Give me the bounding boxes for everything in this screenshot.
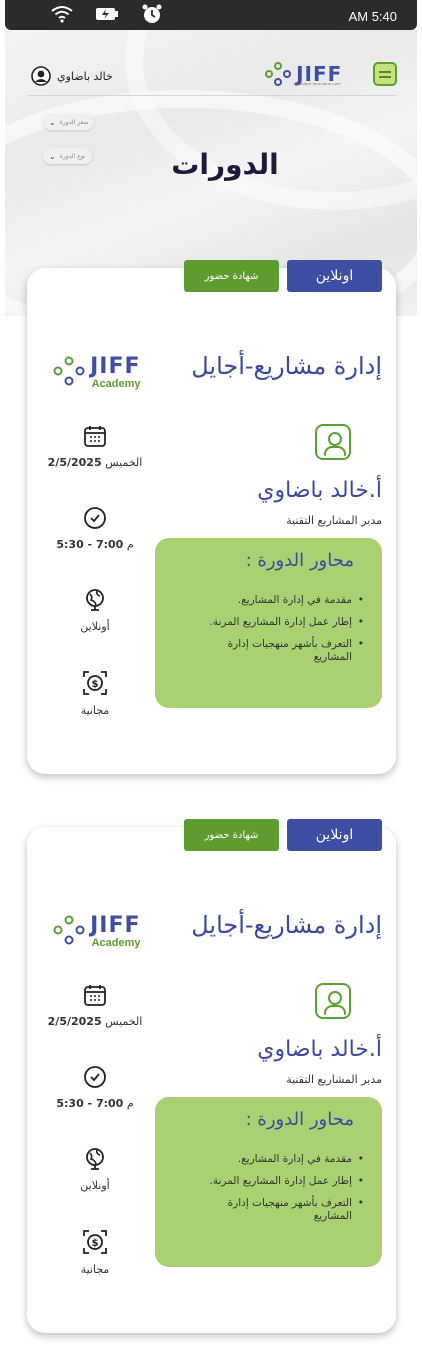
logo-mark-icon: [53, 915, 85, 945]
instructor-role: مدير المشاريع التقنية: [286, 1073, 382, 1086]
svg-text:$: $: [92, 679, 99, 690]
mode-info: أونلاين: [44, 1147, 146, 1192]
time-info: 5:30 - 7:00 م: [44, 1065, 146, 1110]
battery-charging-icon: [96, 8, 118, 20]
logo-tagline: WE LAUNCH YOUR APP IN A JIFF: [293, 82, 341, 86]
price-filter-label: سعر الدورة: [59, 118, 89, 126]
clock-icon: [84, 507, 106, 529]
time-unit: م: [126, 538, 134, 551]
status-bar: AM 5:40: [5, 0, 417, 30]
alarm-clock-icon: [142, 4, 162, 23]
certificate-badge: شهادة حضور: [184, 260, 279, 292]
chevron-down-icon: ⌄: [49, 117, 56, 127]
clock-icon: [84, 1066, 106, 1088]
user-name: خالد باضاوي: [57, 69, 113, 83]
logo-mark-icon: [53, 356, 85, 386]
online-badge: اونلاين: [287, 260, 382, 292]
price-value: مجانية: [80, 704, 110, 717]
instructor-icon: [315, 424, 351, 460]
avatar-icon: [31, 66, 51, 86]
topics-title: محاور الدورة :: [245, 550, 354, 571]
date-value: 2/5/2025: [47, 1015, 102, 1028]
page-title: الدورات: [171, 148, 279, 181]
course-topics: محاور الدورة : مقدمة في إدارة المشاريع. …: [155, 1097, 382, 1267]
certificate-badge: شهادة حضور: [184, 819, 279, 851]
time-range: 5:30 - 7:00: [56, 538, 124, 551]
jiff-logo[interactable]: JIFF WE LAUNCH YOUR APP IN A JIFF: [265, 62, 342, 86]
calendar-icon: [84, 985, 106, 1006]
list-item: إطار عمل إدارة المشاريع المرنة.: [194, 1175, 364, 1188]
top-nav: خالد باضاوي JIFF WE LAUNCH YOUR APP IN A…: [27, 60, 397, 96]
academy-logo-text: JIFF: [90, 913, 141, 938]
wifi-icon: [51, 6, 73, 23]
date-day: الخميس: [105, 1015, 143, 1028]
time-unit: م: [126, 1097, 134, 1110]
list-item: التعرف بأشهر منهجيات إدارة المشاريع: [194, 1197, 364, 1223]
academy-logo-text: JIFF: [90, 354, 141, 379]
money-icon: $: [83, 671, 107, 695]
user-profile[interactable]: خالد باضاوي: [31, 66, 113, 86]
academy-logo-sub: Academy: [91, 937, 141, 949]
calendar-icon: [84, 426, 106, 447]
topics-list: مقدمة في إدارة المشاريع. إطار عمل إدارة …: [194, 594, 364, 673]
date-value: 2/5/2025: [47, 456, 102, 469]
academy-logo: JIFF Academy: [53, 356, 141, 390]
instructor-icon: [315, 983, 351, 1019]
instructor-name: أ.خالد باضاوي: [257, 1037, 382, 1062]
date-day: الخميس: [105, 456, 143, 469]
svg-text:$: $: [92, 1238, 99, 1249]
globe-icon: [86, 589, 104, 611]
instructor-role: مدير المشاريع التقنية: [286, 514, 382, 527]
course-topics: محاور الدورة : مقدمة في إدارة المشاريع. …: [155, 538, 382, 708]
course-card[interactable]: اونلاين شهادة حضور إدارة مشاريع-أجايل JI…: [27, 819, 396, 1333]
course-card[interactable]: اونلاين شهادة حضور إدارة مشاريع-أجايل JI…: [27, 260, 396, 774]
price-info: $ مجانية: [44, 1229, 146, 1276]
time-range: 5:30 - 7:00: [56, 1097, 124, 1110]
time-info: 5:30 - 7:00 م: [44, 506, 146, 551]
instructor-name: أ.خالد باضاوي: [257, 478, 382, 503]
mode-info: أونلاين: [44, 588, 146, 633]
date-info: 2/5/2025 الخميس: [44, 983, 146, 1028]
topics-list: مقدمة في إدارة المشاريع. إطار عمل إدارة …: [194, 1153, 364, 1232]
topics-title: محاور الدورة :: [245, 1109, 354, 1130]
mode-value: أونلاين: [80, 620, 110, 633]
logo-mark-icon: [265, 62, 291, 86]
list-item: مقدمة في إدارة المشاريع.: [194, 1153, 364, 1166]
list-item: مقدمة في إدارة المشاريع.: [194, 594, 364, 607]
list-item: التعرف بأشهر منهجيات إدارة المشاريع: [194, 638, 364, 664]
price-info: $ مجانية: [44, 670, 146, 717]
academy-logo-sub: Academy: [91, 378, 141, 390]
mode-value: أونلاين: [80, 1179, 110, 1192]
status-time: AM 5:40: [348, 9, 397, 24]
online-badge: اونلاين: [287, 819, 382, 851]
globe-icon: [86, 1148, 104, 1170]
price-value: مجانية: [80, 1263, 110, 1276]
academy-logo: JIFF Academy: [53, 915, 141, 949]
list-item: إطار عمل إدارة المشاريع المرنة.: [194, 616, 364, 629]
date-info: 2/5/2025 الخميس: [44, 424, 146, 469]
course-title: إدارة مشاريع-أجايل: [191, 352, 382, 380]
menu-button[interactable]: [373, 62, 397, 86]
money-icon: $: [83, 1230, 107, 1254]
price-filter-dropdown[interactable]: ⌄ سعر الدورة: [43, 114, 95, 130]
course-title: إدارة مشاريع-أجايل: [191, 911, 382, 939]
